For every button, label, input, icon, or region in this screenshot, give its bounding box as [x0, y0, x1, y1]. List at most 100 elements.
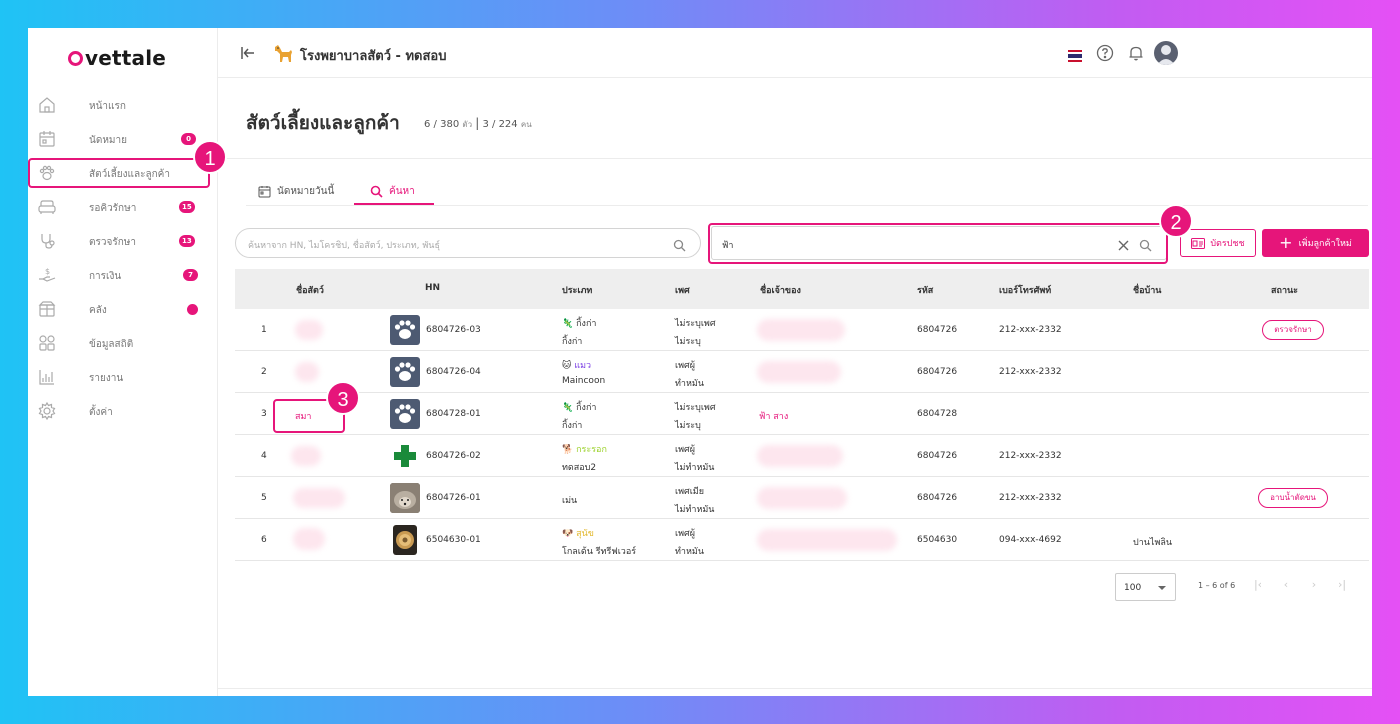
dog-icon: 🐶 — [562, 529, 574, 539]
col-status[interactable]: สถานะ — [1271, 283, 1298, 297]
status-badge[interactable]: อาบน้ำตัดขน — [1258, 488, 1328, 508]
redacted-owner — [757, 319, 845, 341]
pet-count: 6 / 380 — [424, 119, 460, 130]
sex-value: ไม่ระบุเพศ — [675, 319, 716, 329]
stethoscope-icon — [38, 232, 56, 250]
hn-value: 6804726-04 — [426, 367, 481, 377]
help-icon[interactable] — [1096, 44, 1114, 62]
sex-value: เพศผู้ — [675, 529, 695, 539]
grid-icon — [38, 334, 56, 352]
neuter-value: ไม่ทำหมัน — [675, 463, 715, 473]
row-number: 1 — [261, 325, 267, 335]
sidebar-item-appointments[interactable]: นัดหมาย 0 — [28, 124, 218, 154]
phone-value: 212-xxx-2332 — [999, 451, 1062, 461]
neuter-value: ทำหมัน — [675, 379, 705, 389]
sidebar-item-inventory[interactable]: คลัง — [28, 294, 218, 324]
table-row[interactable]: 1 6804726-03 🦎 กิ้งก่า กิ้งก่า ไม่ระบุเพ… — [235, 309, 1369, 351]
first-page-icon[interactable]: |‹ — [1252, 579, 1264, 591]
top-bar: โรงพยาบาลสัตว์ - ทดสอบ — [218, 28, 1372, 78]
next-page-icon[interactable]: › — [1308, 579, 1320, 591]
last-page-icon[interactable]: ›| — [1336, 579, 1348, 591]
col-sex[interactable]: เพศ — [675, 283, 690, 297]
search-icon[interactable] — [673, 237, 686, 252]
phone-value: 212-xxx-2332 — [999, 493, 1062, 503]
sidebar-item-home[interactable]: หน้าแรก — [28, 90, 218, 120]
sidebar-item-label: ตั้งค่า — [89, 407, 113, 418]
add-customer-label: เพิ่มลูกค้าใหม่ — [1298, 239, 1352, 249]
redacted-pet-name — [295, 362, 319, 382]
table-row[interactable]: 4 6804726-02 🐕 กระรอก ทดสอบ2 เพศผู้ ไม่ท… — [235, 435, 1369, 477]
sidebar-item-label: ข้อมูลสถิติ — [89, 339, 134, 350]
calendar-icon — [38, 130, 56, 148]
col-house[interactable]: ชื่อบ้าน — [1133, 283, 1161, 297]
sidebar-item-label: คลัง — [89, 305, 107, 316]
code-value: 6804726 — [917, 451, 958, 461]
active-tab-indicator — [354, 203, 434, 205]
highlight-pets-menu — [28, 158, 210, 188]
col-owner[interactable]: ชื่อเจ้าของ — [760, 283, 801, 297]
table-row[interactable]: 2 6804726-04 🐱 แมว Maincoon เพศผู้ ทำหมั… — [235, 351, 1369, 393]
col-pet-name[interactable]: ชื่อสัตว์ — [296, 283, 324, 297]
id-card-icon — [1191, 237, 1206, 249]
breed-value: Maincoon — [562, 376, 606, 386]
sidebar-item-treatment[interactable]: ตรวจรักษา 13 — [28, 226, 218, 256]
home-icon — [38, 96, 56, 114]
col-code[interactable]: รหัส — [917, 283, 933, 297]
id-card-button[interactable]: บัตรปชช — [1180, 229, 1256, 257]
table-header: ชื่อสัตว์ HN ประเภท เพศ ชื่อเจ้าของ รหัส… — [235, 269, 1369, 309]
col-type[interactable]: ประเภท — [562, 283, 592, 297]
status-badge[interactable]: ตรวจรักษา — [1262, 320, 1324, 340]
paw-avatar-icon — [390, 399, 420, 429]
owner-count: 3 / 224 — [482, 119, 518, 130]
redacted-owner — [757, 361, 841, 383]
page-title: สัตว์เลี้ยงและลูกค้า — [246, 112, 400, 134]
redacted-pet-name — [295, 320, 323, 340]
add-customer-button[interactable]: + เพิ่มลูกค้าใหม่ — [1262, 229, 1369, 257]
pagination-range: 1 – 6 of 6 — [1198, 581, 1236, 590]
col-phone[interactable]: เบอร์โทรศัพท์ — [999, 283, 1051, 297]
pet-search-input[interactable]: ค้นหาจาก HN, ไมโครชิป, ชื่อสัตว์, ประเภท… — [235, 228, 701, 258]
table-row[interactable]: 5 6804726-01 เม่น เพศเมีย ไม่ทำหมัน 6804… — [235, 477, 1369, 519]
type-value: กระรอก — [576, 445, 607, 455]
col-hn[interactable]: HN — [425, 283, 440, 293]
table-row[interactable]: 6 6504630-01 🐶 สุนัข โกลเด้น รีทรีฟเวอร์… — [235, 519, 1369, 561]
phone-value: 094-xxx-4692 — [999, 535, 1062, 545]
page-size-select[interactable]: 100 — [1115, 573, 1176, 601]
type-value: สุนัข — [576, 529, 594, 539]
vettale-logo[interactable]: vettale — [68, 46, 166, 70]
bar-chart-icon — [38, 368, 56, 386]
redacted-pet-name — [291, 446, 321, 466]
money-hand-icon: $ — [38, 266, 56, 284]
hn-value: 6804728-01 — [426, 409, 481, 419]
plus-icon: + — [1279, 233, 1293, 252]
gear-icon — [38, 402, 56, 420]
sidebar-item-label: ตรวจรักษา — [89, 237, 136, 248]
inventory-dot — [187, 304, 198, 315]
sidebar-item-finance[interactable]: $ การเงิน 7 — [28, 260, 218, 290]
sidebar-item-reports[interactable]: รายงาน — [28, 362, 218, 392]
hn-value: 6504630-01 — [426, 535, 481, 545]
type-value: กิ้งก่า — [576, 403, 597, 413]
thai-flag-icon[interactable] — [1068, 47, 1082, 62]
owner-name-link[interactable]: ฟ้า สาง — [759, 409, 788, 423]
chevron-down-icon — [1158, 586, 1166, 590]
sex-value: เพศผู้ — [675, 445, 695, 455]
tab-search[interactable]: ค้นหา — [370, 180, 415, 202]
step-marker-3: 3 — [326, 381, 360, 415]
sidebar-item-label: การเงิน — [89, 271, 122, 282]
tab-today-appointments[interactable]: นัดหมายวันนี้ — [258, 180, 334, 202]
appointments-badge: 0 — [181, 133, 196, 145]
redacted-pet-name — [293, 528, 325, 550]
sidebar-item-queue[interactable]: รอคิวรักษา 15 — [28, 192, 218, 222]
sidebar-item-statistics[interactable]: ข้อมูลสถิติ — [28, 328, 218, 358]
neuter-value: ทำหมัน — [675, 547, 705, 557]
sidebar-item-settings[interactable]: ตั้งค่า — [28, 396, 218, 426]
prev-page-icon[interactable]: ‹ — [1280, 579, 1292, 591]
house-value: ปานไพลิน — [1133, 538, 1173, 548]
type-value: แมว — [574, 361, 592, 371]
calendar-icon — [258, 185, 271, 197]
user-avatar[interactable] — [1154, 41, 1178, 65]
table-row[interactable]: 3 สมา 6804728-01 🦎 กิ้งก่า กิ้งก่า ไม่ระ… — [235, 393, 1369, 435]
collapse-sidebar-icon[interactable] — [240, 45, 256, 61]
bell-icon[interactable] — [1127, 44, 1145, 62]
